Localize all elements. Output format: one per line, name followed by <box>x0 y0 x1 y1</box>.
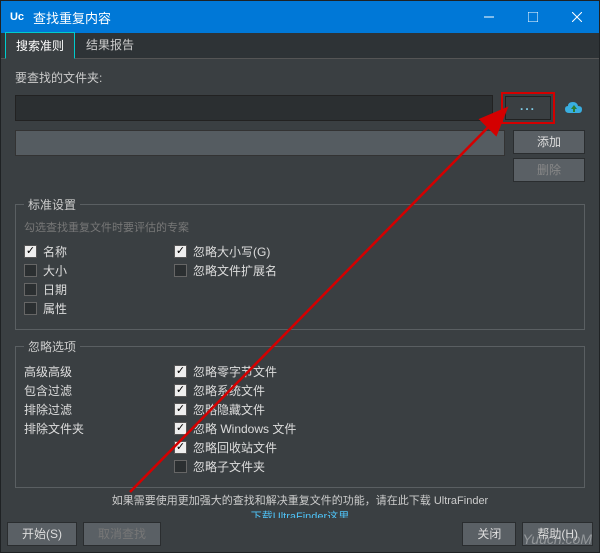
folder-list[interactable] <box>15 130 505 156</box>
chk-ignore-windows[interactable]: ✓忽略 Windows 文件 <box>174 420 576 437</box>
criteria-legend: 标准设置 <box>24 196 80 213</box>
close-icon <box>572 12 582 22</box>
tab-search-criteria[interactable]: 搜索准则 <box>5 32 75 59</box>
chk-ignore-recycle-label: 忽略回收站文件 <box>193 439 277 456</box>
chk-name[interactable]: ✓名称 <box>24 243 174 260</box>
chk-date-label: 日期 <box>43 281 67 298</box>
add-folder-button[interactable]: 添加 <box>513 130 585 154</box>
download-link[interactable]: 下载UltraFinder这里 <box>251 511 349 518</box>
chk-ignore-ext[interactable]: 忽略文件扩展名 <box>174 262 576 279</box>
ignore-group: 忽略选项 高级高级 包含过滤 排除过滤 排除文件夹 ✓忽略零字节文件 ✓忽略系统… <box>15 338 585 488</box>
chk-ignore-system-label: 忽略系统文件 <box>193 382 265 399</box>
chk-ignore-subfolders-label: 忽略子文件夹 <box>193 458 265 475</box>
chk-attr-label: 属性 <box>43 300 67 317</box>
close-dialog-button[interactable]: 关闭 <box>462 522 516 546</box>
help-button[interactable]: 帮助(H) <box>522 522 593 546</box>
tab-result-report[interactable]: 结果报告 <box>75 31 145 58</box>
cloud-icon[interactable] <box>563 99 585 117</box>
chk-ignore-windows-label: 忽略 Windows 文件 <box>193 420 296 437</box>
chk-name-label: 名称 <box>43 243 67 260</box>
link-exclude-filter[interactable]: 排除过滤 <box>24 401 174 418</box>
maximize-icon <box>528 12 538 22</box>
chk-ignore-zero[interactable]: ✓忽略零字节文件 <box>174 363 576 380</box>
chk-date[interactable]: 日期 <box>24 281 174 298</box>
maximize-button[interactable] <box>511 1 555 33</box>
title-bar: Uc 查找重复内容 <box>1 1 599 33</box>
chk-ignore-ext-label: 忽略文件扩展名 <box>193 262 277 279</box>
link-advanced[interactable]: 高级高级 <box>24 363 174 380</box>
chk-ignore-zero-label: 忽略零字节文件 <box>193 363 277 380</box>
chk-size-label: 大小 <box>43 262 67 279</box>
tab-strip: 搜索准则 结果报告 <box>1 33 599 59</box>
app-logo-icon: Uc <box>7 7 27 27</box>
criteria-hint: 勾选查找重复文件时要评估的专案 <box>24 219 576 235</box>
promo-message: 如果需要使用更加强大的查找和解决重复文件的功能，请在此下载 UltraFinde… <box>15 488 585 518</box>
remove-folder-button[interactable]: 删除 <box>513 158 585 182</box>
chk-size[interactable]: 大小 <box>24 262 174 279</box>
window-title: 查找重复内容 <box>33 8 467 27</box>
minimize-button[interactable] <box>467 1 511 33</box>
chk-ignore-case[interactable]: ✓忽略大小写(G) <box>174 243 576 260</box>
minimize-icon <box>484 12 494 22</box>
chk-ignore-hidden[interactable]: ✓忽略隐藏文件 <box>174 401 576 418</box>
chk-ignore-hidden-label: 忽略隐藏文件 <box>193 401 265 418</box>
close-button[interactable] <box>555 1 599 33</box>
app-window: Uc 查找重复内容 搜索准则 结果报告 要查找的文件夹: ... <box>0 0 600 553</box>
chk-ignore-recycle[interactable]: ✓忽略回收站文件 <box>174 439 576 456</box>
criteria-group: 标准设置 勾选查找重复文件时要评估的专案 ✓名称 大小 日期 属性 ✓忽略大小写… <box>15 196 585 330</box>
chk-ignore-system[interactable]: ✓忽略系统文件 <box>174 382 576 399</box>
folder-path-input[interactable] <box>15 95 493 121</box>
cancel-search-button[interactable]: 取消查找 <box>83 522 161 546</box>
highlight-annotation: ... <box>501 92 555 124</box>
footer-bar: 开始(S) 取消查找 关闭 帮助(H) <box>1 518 599 552</box>
chk-attr[interactable]: 属性 <box>24 300 174 317</box>
chk-ignore-case-label: 忽略大小写(G) <box>193 243 270 260</box>
browse-folder-button[interactable]: ... <box>505 96 551 120</box>
link-include-filter[interactable]: 包含过滤 <box>24 382 174 399</box>
start-button[interactable]: 开始(S) <box>7 522 77 546</box>
content-area: 要查找的文件夹: ... 添加 删除 标准设置 勾选查找重复文件时要评估的专案 … <box>1 59 599 518</box>
folder-label: 要查找的文件夹: <box>15 69 585 86</box>
ignore-legend: 忽略选项 <box>24 338 80 355</box>
link-exclude-folders[interactable]: 排除文件夹 <box>24 420 174 437</box>
chk-ignore-subfolders[interactable]: 忽略子文件夹 <box>174 458 576 475</box>
